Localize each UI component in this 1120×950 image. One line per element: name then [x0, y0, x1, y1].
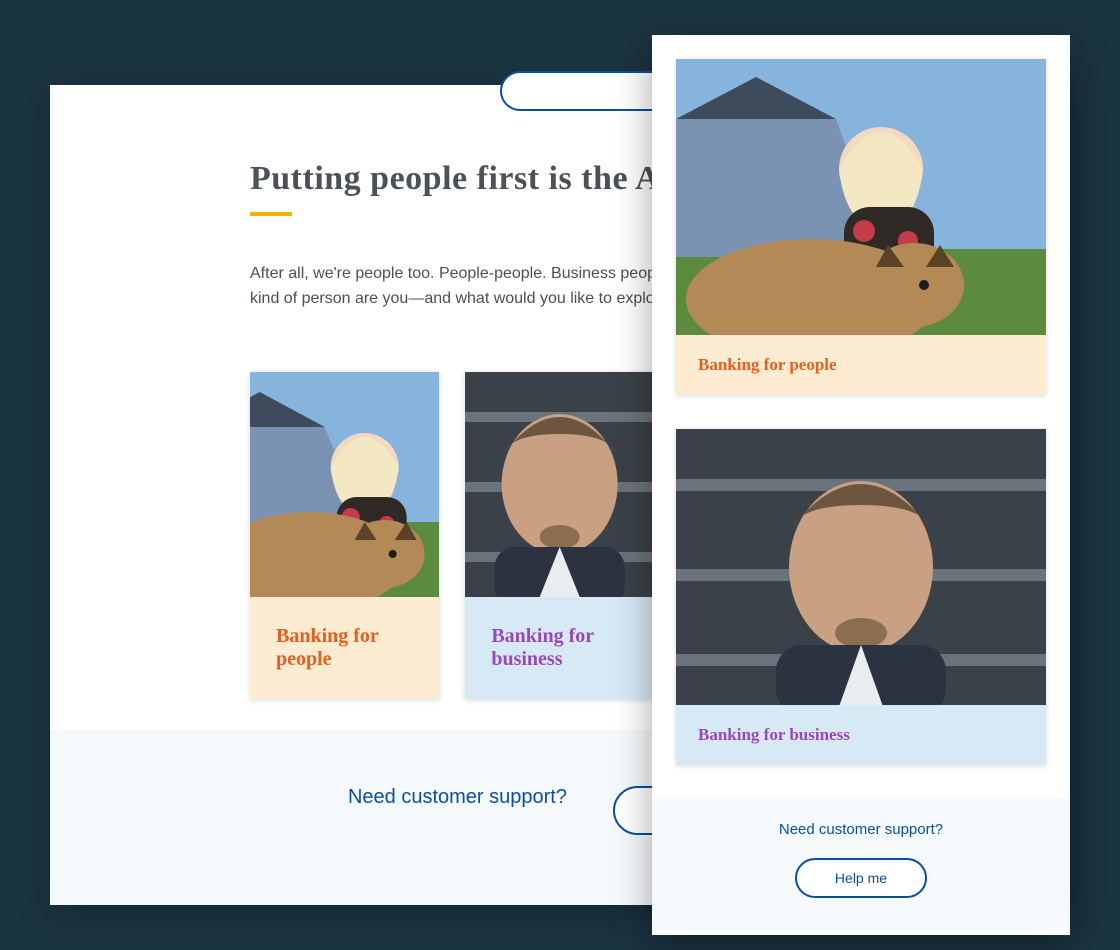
card-caption: Banking for people — [676, 335, 1046, 395]
card-caption: Banking for business — [676, 705, 1046, 765]
card-image-woman-with-dog — [250, 372, 439, 597]
support-text: Need customer support? — [348, 786, 567, 809]
card-image-woman-with-dog — [676, 59, 1046, 335]
card-banking-for-business[interactable]: Banking for business — [465, 372, 654, 699]
help-me-button[interactable]: Help me — [795, 858, 927, 898]
heading-accent-rule — [250, 212, 292, 216]
support-text: Need customer support? — [652, 821, 1070, 838]
card-banking-for-business[interactable]: Banking for business — [676, 429, 1046, 765]
card-banking-for-people[interactable]: Banking for people — [250, 372, 439, 699]
mobile-support-footer: Need customer support? Help me — [652, 799, 1070, 930]
card-image-businessman — [465, 372, 654, 597]
card-image-businessman — [676, 429, 1046, 705]
mobile-preview: Banking for people Banking for business … — [652, 35, 1070, 935]
card-caption: Banking for business — [465, 597, 654, 699]
card-banking-for-people[interactable]: Banking for people — [676, 59, 1046, 395]
card-caption: Banking for people — [250, 597, 439, 699]
